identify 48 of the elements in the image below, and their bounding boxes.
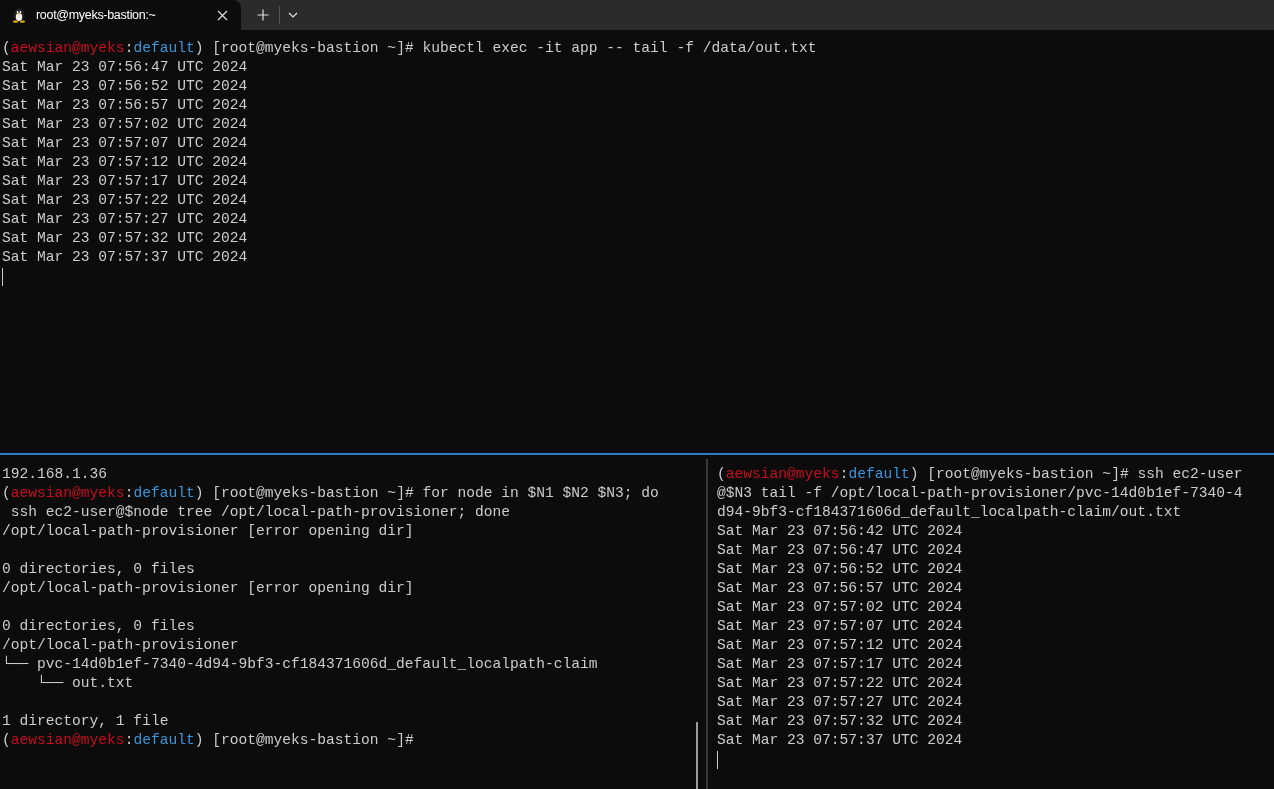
scrollbar[interactable] <box>696 722 698 789</box>
output-line: 0 directories, 0 files <box>2 617 195 636</box>
output-line: └── out.txt <box>36 674 134 693</box>
tab-title: root@myeks-bastion:~ <box>36 6 157 24</box>
prompt-line: (aewsian@myeks:default) [root@myeks-bastion ~]# <box>2 731 414 750</box>
plus-icon[interactable] <box>257 9 269 21</box>
output-line: Sat Mar 23 07:57:37 UTC 2024 <box>717 731 963 750</box>
output-line: Sat Mar 23 07:56:57 UTC 2024 <box>2 96 248 115</box>
prompt-line: (aewsian@myeks:default) [root@myeks-bastion ~]# kubectl exec -it app -- tail -f /data/out.txt <box>2 39 817 58</box>
close-icon[interactable] <box>217 9 228 21</box>
output-line: 0 directories, 0 files <box>2 560 195 579</box>
output-line: /opt/local-path-provisioner [error opening dir] <box>2 579 414 598</box>
output-line: Sat Mar 23 07:56:57 UTC 2024 <box>717 579 963 598</box>
output-line: Sat Mar 23 07:56:52 UTC 2024 <box>2 77 248 96</box>
penguin-icon <box>12 7 26 23</box>
output-line: Sat Mar 23 07:56:47 UTC 2024 <box>2 58 248 77</box>
output-line: 1 directory, 1 file <box>2 712 169 731</box>
output-line: Sat Mar 23 07:57:12 UTC 2024 <box>717 636 963 655</box>
chevron-down-icon[interactable] <box>288 12 298 18</box>
output-line: Sat Mar 23 07:57:07 UTC 2024 <box>717 617 963 636</box>
output-line: Sat Mar 23 07:57:12 UTC 2024 <box>2 153 248 172</box>
output-line: d94-9bf3-cf184371606d_default_localpath-claim/out.txt <box>717 503 1182 522</box>
prompt-line: (aewsian@myeks:default) [root@myeks-bastion ~]# ssh ec2-user <box>717 465 1243 484</box>
output-line: Sat Mar 23 07:57:17 UTC 2024 <box>717 655 963 674</box>
text-cursor <box>2 267 3 286</box>
prompt-line: (aewsian@myeks:default) [root@myeks-bastion ~]# for node in $N1 $N2 $N3; do <box>2 484 659 503</box>
output-line: Sat Mar 23 07:57:02 UTC 2024 <box>2 115 248 134</box>
text-cursor <box>717 750 718 769</box>
output-line: Sat Mar 23 07:56:52 UTC 2024 <box>717 560 963 579</box>
output-line: /opt/local-path-provisioner <box>2 636 239 655</box>
output-line: Sat Mar 23 07:56:47 UTC 2024 <box>717 541 963 560</box>
output-line: Sat Mar 23 07:57:32 UTC 2024 <box>2 229 248 248</box>
output-line: Sat Mar 23 07:57:22 UTC 2024 <box>2 191 248 210</box>
output-line: └── pvc-14d0b1ef-7340-4d94-9bf3-cf184371606d_default_localpath-claim <box>2 655 598 674</box>
output-line: ssh ec2-user@$node tree /opt/local-path-provisioner; done <box>9 503 510 522</box>
output-line: Sat Mar 23 07:57:07 UTC 2024 <box>2 134 248 153</box>
output-line: Sat Mar 23 07:57:02 UTC 2024 <box>717 598 963 617</box>
terminal-tab[interactable]: root@myeks-bastion:~ <box>0 0 241 30</box>
output-line: Sat Mar 23 07:56:42 UTC 2024 <box>717 522 963 541</box>
output-line: Sat Mar 23 07:57:17 UTC 2024 <box>2 172 248 191</box>
output-line: Sat Mar 23 07:57:27 UTC 2024 <box>717 693 963 712</box>
output-line: Sat Mar 23 07:57:32 UTC 2024 <box>717 712 963 731</box>
output-line: Sat Mar 23 07:57:37 UTC 2024 <box>2 248 248 267</box>
output-line: Sat Mar 23 07:57:27 UTC 2024 <box>2 210 248 229</box>
output-line: Sat Mar 23 07:57:22 UTC 2024 <box>717 674 963 693</box>
output-line: @$N3 tail -f /opt/local-path-provisioner/pvc-14d0b1ef-7340-4 <box>717 484 1243 503</box>
output-line: 192.168.1.36 <box>2 465 108 484</box>
output-line: /opt/local-path-provisioner [error opening dir] <box>2 522 414 541</box>
